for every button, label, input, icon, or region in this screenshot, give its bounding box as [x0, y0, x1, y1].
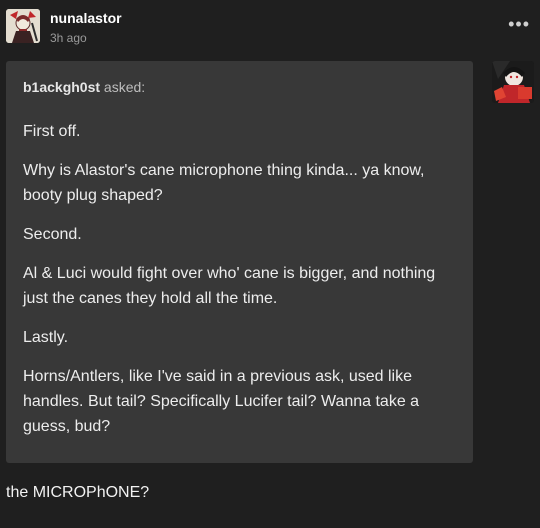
- ask-paragraph: Horns/Antlers, like I've said in a previ…: [23, 368, 420, 435]
- post-header: nunalastor 3h ago •••: [6, 8, 534, 48]
- asker-username[interactable]: b1ackgh0st: [23, 79, 100, 95]
- ask-paragraph: First off.: [23, 123, 81, 140]
- ask-paragraph: Lastly.: [23, 329, 69, 346]
- ask-paragraph: Al & Luci would fight over who' cane is …: [23, 265, 436, 307]
- user-avatar-icon: [6, 9, 40, 43]
- post-timestamp[interactable]: 3h ago: [50, 31, 87, 45]
- ask-header: b1ackgh0st asked:: [23, 79, 145, 95]
- answer-text: the MICROPhONE?: [6, 484, 150, 501]
- asked-label: asked:: [100, 79, 146, 95]
- asker-avatar[interactable]: [492, 61, 534, 103]
- ask-paragraph: Second.: [23, 226, 82, 243]
- asker-avatar-icon: [492, 61, 534, 103]
- username[interactable]: nunalastor: [50, 10, 122, 26]
- ask-paragraph: Why is Alastor's cane microphone thing k…: [23, 162, 425, 204]
- user-avatar[interactable]: [6, 9, 40, 43]
- ask-box: b1ackgh0st asked: First off. Why is Alas…: [6, 61, 473, 463]
- more-options-icon[interactable]: •••: [508, 14, 530, 35]
- ask-body: First off. Why is Alastor's cane microph…: [23, 119, 455, 453]
